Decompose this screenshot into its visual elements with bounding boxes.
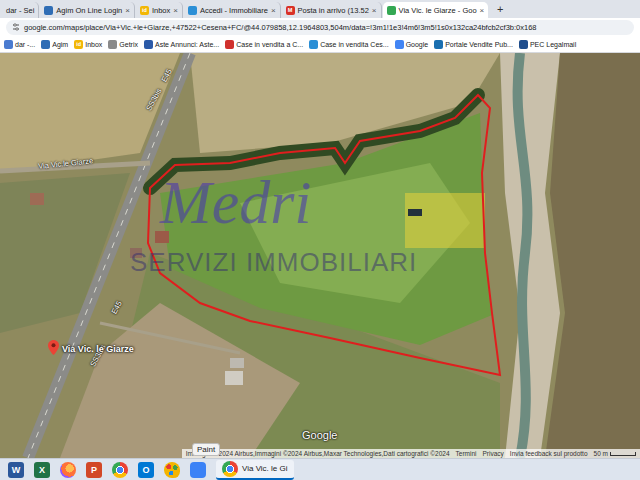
- favicon-icon: id: [140, 6, 149, 15]
- browser-tab[interactable]: idInbox×: [136, 2, 183, 18]
- active-window-button[interactable]: Via Vic. le Gi: [216, 460, 294, 480]
- browser-tab[interactable]: Agim On Line Login×: [40, 2, 135, 18]
- google-logo: Google: [302, 429, 337, 441]
- tab-close[interactable]: ×: [480, 6, 485, 15]
- browser-tab[interactable]: MPosta in arrivo (13.52×: [282, 2, 382, 18]
- bookmark-icon: id: [74, 40, 83, 49]
- map-attribution: Immagini ©2024 Airbus,Immagini ©2024 Air…: [182, 449, 640, 458]
- paint-app-icon[interactable]: [164, 462, 180, 478]
- scale-bar: 50 m: [594, 450, 636, 457]
- media-app-icon[interactable]: [190, 462, 206, 478]
- browser-tab[interactable]: Via Vic. le Giarze - Goo×: [383, 2, 489, 18]
- url-text: google.com/maps/place/Via+Vic.+le+Giarze…: [24, 23, 537, 32]
- footer-link[interactable]: Invia feedback sul prodotto: [510, 450, 588, 457]
- bookmark-icon: [225, 40, 234, 49]
- map-pin-icon[interactable]: [48, 340, 59, 355]
- satellite-image: [0, 53, 640, 458]
- tab-label: Agim On Line Login: [56, 6, 122, 15]
- toolbar: google.com/maps/place/Via+Vic.+le+Giarze…: [0, 18, 640, 36]
- favicon-icon: [188, 6, 197, 15]
- tab-close[interactable]: ×: [125, 6, 130, 15]
- chrome-icon: [222, 461, 238, 477]
- favicon-icon: [387, 6, 396, 15]
- favicon-icon: M: [286, 6, 295, 15]
- tab-label: Via Vic. le Giarze - Goo: [399, 6, 477, 15]
- site-settings-icon[interactable]: [12, 23, 20, 31]
- bookmark-icon: [309, 40, 318, 49]
- favicon-icon: [44, 6, 53, 15]
- bookmark-icon: [108, 40, 117, 49]
- letter-app-icon[interactable]: O: [138, 462, 154, 478]
- bookmark[interactable]: Aste Annunci: Aste...: [144, 40, 219, 49]
- tooltip: Paint: [192, 443, 220, 456]
- bookmark[interactable]: Case in vendita a C...: [225, 40, 303, 49]
- bookmark-icon: [41, 40, 50, 49]
- bookmark[interactable]: idInbox: [74, 40, 102, 49]
- bookmark[interactable]: PEC Legalmail: [519, 40, 576, 49]
- bookmark[interactable]: Portale Vendite Pub...: [434, 40, 513, 49]
- firefox-app-icon[interactable]: [60, 462, 76, 478]
- tab-close[interactable]: ×: [372, 6, 377, 15]
- watermark-subtitle: SERVIZI IMMOBILIARI: [130, 247, 417, 278]
- bookmark-icon: [395, 40, 404, 49]
- footer-link[interactable]: Termini: [456, 450, 477, 457]
- letter-app-icon[interactable]: P: [86, 462, 102, 478]
- tab-close[interactable]: ×: [173, 6, 178, 15]
- chrome-app-icon[interactable]: [112, 462, 128, 478]
- bookmark[interactable]: Getrix: [108, 40, 138, 49]
- watermark: Medri SERVIZI IMMOBILIARI: [130, 171, 417, 278]
- bookmark-icon: [434, 40, 443, 49]
- bookmark-icon: [144, 40, 153, 49]
- footer-link[interactable]: Privacy: [483, 450, 504, 457]
- bookmark[interactable]: Google: [395, 40, 429, 49]
- bookmark[interactable]: Agim: [41, 40, 68, 49]
- screen: dar - SeiAgim On Line Login×idInbox×Acce…: [0, 0, 640, 480]
- bookmarks-bar: dar -... Agim idInbox Getrix Aste Annunci: A…: [0, 36, 640, 53]
- bookmark-icon: [519, 40, 528, 49]
- tab-label: Accedi - Immobiliare: [200, 6, 268, 15]
- tab-label: Inbox: [152, 6, 170, 15]
- address-bar[interactable]: google.com/maps/place/Via+Vic.+le+Giarze…: [6, 20, 634, 35]
- letter-app-icon[interactable]: X: [34, 462, 50, 478]
- letter-app-icon[interactable]: W: [8, 462, 24, 478]
- watermark-brand: Medri: [160, 171, 312, 233]
- tab-label: Posta in arrivo (13.52: [298, 6, 369, 15]
- satellite-map[interactable]: MedriSERVIZI IMMOBILIARIVia Vic.le Giarz…: [0, 53, 640, 458]
- tab-close[interactable]: ×: [271, 6, 276, 15]
- browser-tab[interactable]: Accedi - Immobiliare×: [184, 2, 281, 18]
- pin-label[interactable]: Via Vic. le Giarze: [62, 344, 134, 354]
- bookmark[interactable]: dar -...: [4, 40, 35, 49]
- tab-strip: dar - SeiAgim On Line Login×idInbox×Acce…: [0, 0, 640, 18]
- bookmark-icon: [4, 40, 13, 49]
- bookmark[interactable]: Case in vendita Ces...: [309, 40, 388, 49]
- new-tab-button[interactable]: +: [493, 2, 507, 16]
- browser-tab[interactable]: dar - Sei: [2, 2, 39, 18]
- taskbar: WX P O Via Vic. le Gi: [0, 458, 640, 480]
- tab-label: dar - Sei: [6, 6, 34, 15]
